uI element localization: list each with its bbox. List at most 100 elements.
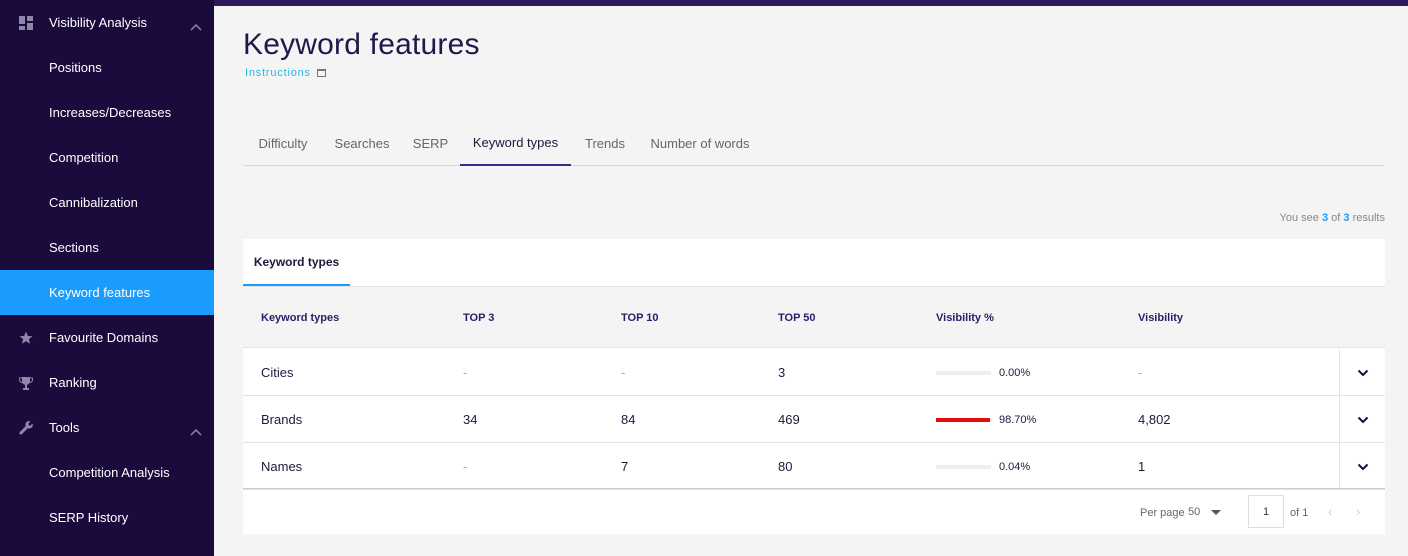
sidebar-item-positions[interactable]: Positions [0, 45, 214, 90]
sidebar-item-label: Keyword features [49, 285, 151, 300]
card-tabbar [243, 239, 1385, 287]
sidebar-item-ranking[interactable]: Ranking [0, 360, 214, 405]
sidebar-item-label: Tools [49, 420, 80, 435]
results-of: of [1331, 212, 1341, 224]
sidebar-item-label: Favourite Domains [49, 330, 159, 345]
sidebar-item-competition-analysis[interactable]: Competition Analysis [0, 450, 214, 495]
instructions-label: Instructions [245, 67, 311, 79]
tab-number-of-words[interactable]: Number of words [639, 120, 761, 166]
tab-difficulty[interactable]: Difficulty [243, 120, 323, 166]
wrench-icon [18, 420, 34, 436]
page-title: Keyword features [243, 28, 480, 61]
chevron-down-icon [1357, 463, 1368, 470]
results-total: 3 [1343, 212, 1350, 224]
cell-top10: - [621, 365, 626, 380]
table-row: Cities - - 3 - 0.00% [243, 349, 1385, 396]
sidebar-item-competition[interactable]: Competition [0, 135, 214, 180]
cell-keyword-type: Names [261, 459, 303, 474]
chevron-right-icon[interactable]: › [1356, 504, 1360, 519]
sidebar-item-cannibalization[interactable]: Cannibalization [0, 180, 214, 225]
sidebar-item-tools[interactable]: Tools [0, 405, 214, 450]
sidebar-item-visibility-analysis[interactable]: Visibility Analysis [0, 0, 214, 45]
expand-row-button[interactable] [1339, 443, 1385, 490]
chevron-up-icon[interactable] [190, 424, 202, 436]
cell-top50: 80 [778, 459, 793, 474]
per-page-label: Per page [1140, 507, 1185, 519]
feature-tabs: Difficulty Searches SERP Keyword types T… [243, 120, 1385, 166]
visibility-bar [936, 464, 991, 469]
top-accent-bar [214, 0, 1408, 6]
tab-label: Searches [334, 135, 390, 151]
column-header-top50[interactable]: TOP 50 [778, 287, 816, 348]
keyword-types-card: Keyword types Keyword types TOP 3 TOP 10… [243, 239, 1385, 534]
per-page-value[interactable]: 50 [1188, 506, 1200, 518]
visibility-pct-value: 0.00% [999, 366, 1031, 379]
sidebar-item-sections[interactable]: Sections [0, 225, 214, 270]
sidebar-item-label: Increases/Decreases [49, 105, 172, 120]
tab-trends[interactable]: Trends [571, 120, 639, 166]
sidebar-item-label: SERP History [49, 510, 129, 525]
caret-down-icon[interactable] [1211, 510, 1221, 515]
column-header-visibility[interactable]: Visibility [1138, 287, 1183, 348]
expand-row-button[interactable] [1339, 396, 1385, 443]
instructions-link[interactable]: Instructions [245, 67, 326, 79]
cell-top10: 7 [621, 459, 629, 474]
card-tab-keyword-types[interactable]: Keyword types [243, 239, 350, 286]
results-suffix: results [1352, 212, 1385, 224]
visibility-bar [936, 417, 991, 422]
chevron-up-icon[interactable] [190, 19, 202, 31]
sidebar-item-label: Competition [49, 150, 119, 165]
sidebar-item-favourite-domains[interactable]: Favourite Domains [0, 315, 214, 360]
tab-label: Keyword types [472, 134, 559, 150]
cell-top3: 34 [463, 412, 478, 427]
sidebar-item-label: Positions [49, 60, 102, 75]
external-window-icon [316, 69, 326, 77]
sidebar-item-increases-decreases[interactable]: Increases/Decreases [0, 90, 214, 135]
tab-serp[interactable]: SERP [401, 120, 460, 166]
tab-label: Trends [585, 135, 625, 151]
cell-top3: - [463, 459, 468, 474]
results-prefix: You see [1279, 212, 1319, 224]
cell-top10: 84 [621, 412, 636, 427]
column-header-top10[interactable]: TOP 10 [621, 287, 659, 348]
cell-visibility-pct: 0.04% [936, 443, 1030, 490]
sidebar-item-label: Ranking [49, 375, 97, 390]
tab-keyword-types[interactable]: Keyword types [460, 120, 571, 166]
expand-row-button[interactable] [1339, 349, 1385, 396]
visibility-bar-fill [936, 417, 991, 422]
visibility-pct-value: 0.04% [999, 460, 1031, 473]
star-icon [18, 330, 34, 346]
chevron-down-icon [1357, 416, 1368, 423]
chevron-left-icon[interactable]: ‹ [1328, 504, 1332, 519]
cell-visibility-pct: 0.00% [936, 349, 1030, 396]
table-row: Brands 34 84 469 4,802 98.70% [243, 396, 1385, 443]
tab-searches[interactable]: Searches [323, 120, 401, 166]
table-row: Names - 7 80 1 0.04% [243, 443, 1385, 490]
cell-top50: 469 [778, 412, 800, 427]
table-divider [243, 488, 1385, 489]
card-tab-label: Keyword types [253, 254, 340, 269]
column-header-top3[interactable]: TOP 3 [463, 287, 494, 348]
tab-label: SERP [412, 135, 449, 151]
sidebar-item-label: Visibility Analysis [49, 15, 148, 30]
dashboard-icon [18, 15, 34, 31]
sidebar-item-keyword-features[interactable]: Keyword features [0, 270, 214, 315]
sidebar-item-label: Cannibalization [49, 195, 138, 210]
sidebar-item-label: Competition Analysis [49, 465, 170, 480]
sidebar-item-serp-history[interactable]: SERP History [0, 495, 214, 540]
sidebar-item-label: Sections [49, 240, 99, 255]
table-header: Keyword types TOP 3 TOP 10 TOP 50 Visibi… [243, 287, 1385, 348]
page-number-input[interactable] [1248, 495, 1284, 528]
column-header-keyword-types[interactable]: Keyword types [261, 287, 339, 348]
tab-label: Number of words [650, 135, 750, 151]
cell-visibility-pct: 98.70% [936, 396, 1036, 443]
cell-visibility: 1 [1138, 459, 1146, 474]
chevron-down-icon [1357, 369, 1368, 376]
visibility-pct-value: 98.70% [999, 413, 1037, 426]
tab-label: Difficulty [258, 135, 308, 151]
column-header-visibility-pct[interactable]: Visibility % [936, 287, 994, 348]
cell-top3: - [463, 365, 468, 380]
results-count: You see 3 of 3 results [1280, 212, 1385, 224]
cell-keyword-type: Cities [261, 365, 294, 380]
trophy-icon [18, 375, 34, 391]
